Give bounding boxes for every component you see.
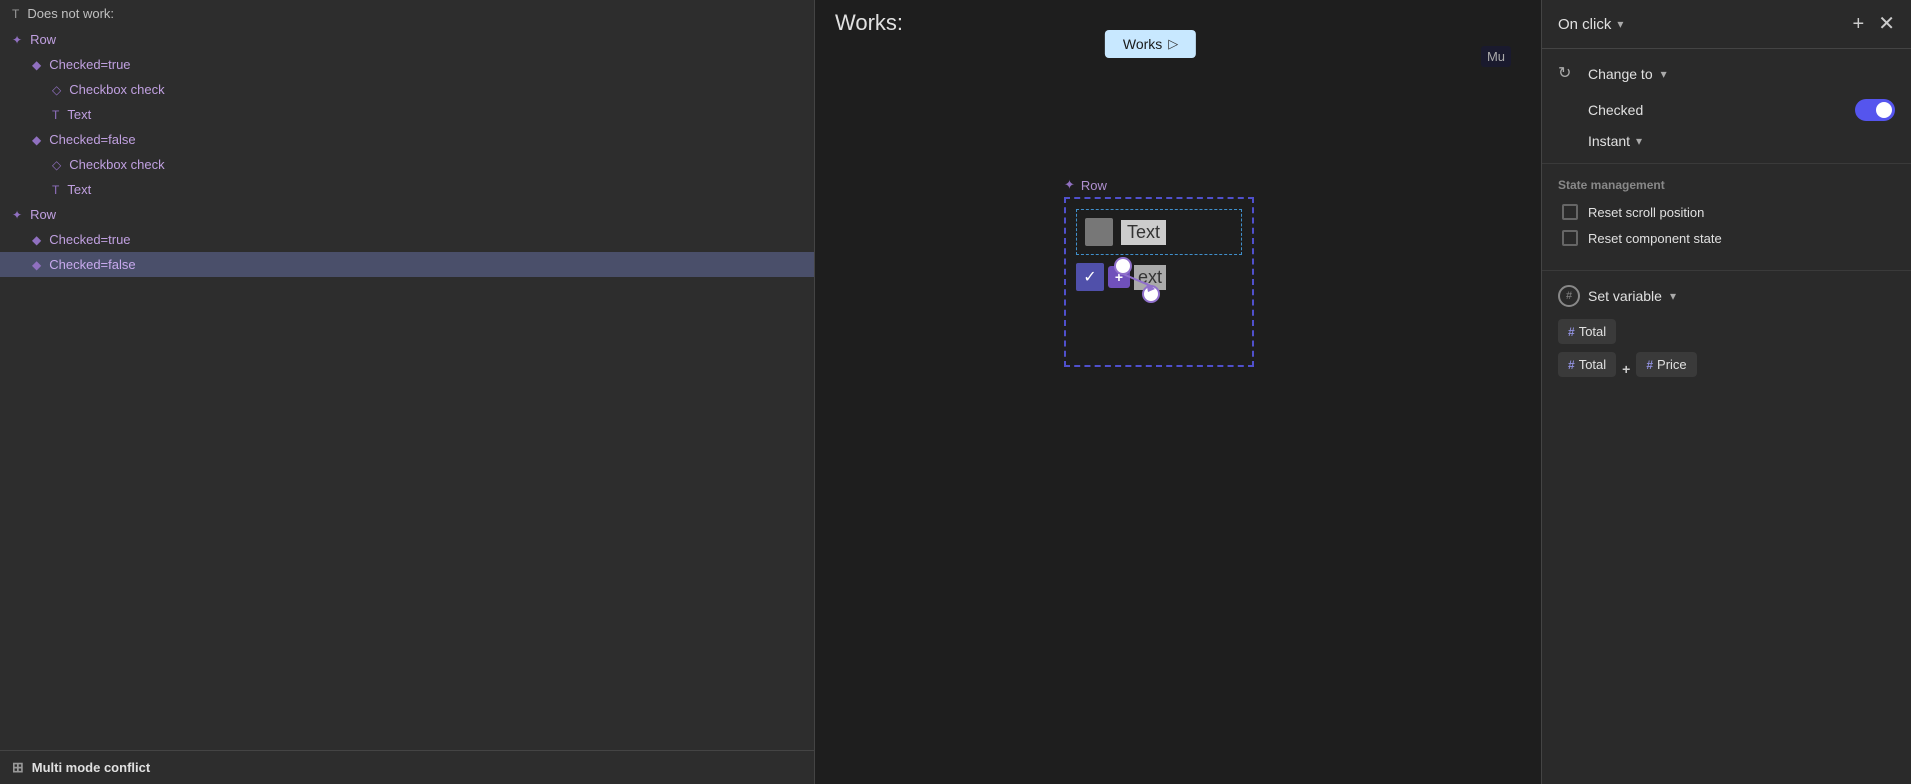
variant-icon-3: ◆ xyxy=(32,233,41,247)
text-icon: T xyxy=(12,7,19,21)
variant-icon-2: ◆ xyxy=(32,133,41,147)
price-chip[interactable]: # Price xyxy=(1636,352,1696,377)
total-price-row: # Total + # Price xyxy=(1558,352,1895,385)
variant-icon-1: ◆ xyxy=(32,58,41,72)
refresh-icon: ↻ xyxy=(1558,63,1580,85)
text-icon-1: T xyxy=(52,108,59,122)
tree-item-checked-true-2[interactable]: ◆ Checked=true xyxy=(0,227,814,252)
checkbox-checked: ✓ xyxy=(1076,263,1104,291)
set-variable-section: # Set variable ▾ # Total # Total + # Pri… xyxy=(1542,271,1911,407)
canvas-area[interactable]: ✦ Row Text ✓ + xyxy=(815,77,1541,784)
hash-icon-2: # xyxy=(1568,358,1575,372)
hash-icon-3: # xyxy=(1646,358,1653,372)
panel-header: On click ▾ + ✕ xyxy=(1542,0,1911,49)
tree-item-checked-false-1[interactable]: ◆ Checked=false xyxy=(0,127,814,152)
row-component: ✦ Row Text ✓ + xyxy=(1064,177,1254,367)
does-not-work-label: T Does not work: xyxy=(0,0,814,27)
tree-item-row-1[interactable]: ✦ Row xyxy=(0,27,814,52)
chevron-down-icon: ▾ xyxy=(1617,17,1623,31)
change-to-chevron-icon: ▾ xyxy=(1661,67,1667,81)
component-icon-2: ◇ xyxy=(52,158,61,172)
hash-icon-1: # xyxy=(1568,325,1575,339)
total-chip-1[interactable]: # Total xyxy=(1558,319,1616,344)
bottom-bar: ⊞ Multi mode conflict xyxy=(0,750,814,784)
cursor-icon: ▷ xyxy=(1168,36,1178,52)
reset-scroll-row: Reset scroll position xyxy=(1558,204,1895,220)
instant-row[interactable]: Instant ▾ xyxy=(1558,133,1895,149)
total-chip-2[interactable]: # Total xyxy=(1558,352,1616,377)
inner-dashed-unchecked: Text xyxy=(1076,209,1242,255)
reset-scroll-checkbox[interactable] xyxy=(1562,204,1578,220)
mu-label: Mu xyxy=(1481,46,1511,67)
add-action-button[interactable]: + xyxy=(1853,14,1865,34)
tree-item-checked-true-1[interactable]: ◆ Checked=true xyxy=(0,52,814,77)
tree-item-text-1[interactable]: T Text xyxy=(0,102,814,127)
on-click-dropdown[interactable]: On click ▾ xyxy=(1558,16,1623,33)
close-button[interactable]: ✕ xyxy=(1878,14,1895,34)
left-panel: T Does not work: ✦ Row ◆ Checked=true ◇ … xyxy=(0,0,815,784)
set-var-chevron-icon: ▾ xyxy=(1670,289,1676,303)
checkbox-gray xyxy=(1085,218,1113,246)
plus-operator: + xyxy=(1622,361,1630,377)
change-to-section: ↻ Change to ▾ Checked Instant ▾ xyxy=(1542,49,1911,164)
component-icon-1: ◇ xyxy=(52,83,61,97)
row-label: ✦ Row xyxy=(1064,177,1254,193)
text-label-top: Text xyxy=(1121,220,1166,245)
tree-item-checkbox-check-2[interactable]: ◇ Checkbox check xyxy=(0,152,814,177)
tree-item-checkbox-check-1[interactable]: ◇ Checkbox check xyxy=(0,77,814,102)
reset-component-row: Reset component state xyxy=(1558,230,1895,246)
row-icon-2: ✦ xyxy=(12,208,22,222)
variant-icon-4: ◆ xyxy=(32,258,41,272)
set-variable-header[interactable]: # Set variable ▾ xyxy=(1558,285,1895,307)
state-management-title: State management xyxy=(1558,178,1895,192)
checked-row: Checked xyxy=(1558,99,1895,121)
center-panel: Works: Mu Works ▷ ✦ Row Text xyxy=(815,0,1541,784)
state-management-section: State management Reset scroll position R… xyxy=(1542,164,1911,271)
header-actions: + ✕ xyxy=(1853,14,1895,34)
tree-item-row-2[interactable]: ✦ Row xyxy=(0,202,814,227)
reset-component-checkbox[interactable] xyxy=(1562,230,1578,246)
set-var-icon: # xyxy=(1558,285,1580,307)
checked-toggle[interactable] xyxy=(1855,99,1895,121)
works-button[interactable]: Works ▷ xyxy=(1105,30,1196,58)
change-to-row[interactable]: ↻ Change to ▾ xyxy=(1558,63,1895,85)
row-icon-1: ✦ xyxy=(12,33,22,47)
instant-chevron-icon: ▾ xyxy=(1636,134,1642,148)
tree-item-checked-false-2-selected[interactable]: ◆ Checked=false xyxy=(0,252,814,277)
right-panel: On click ▾ + ✕ ↻ Change to ▾ Checked Ins… xyxy=(1541,0,1911,784)
arrow-connector xyxy=(1111,254,1161,304)
component-box: Text ✓ + ext xyxy=(1064,197,1254,367)
tree-item-text-2[interactable]: T Text xyxy=(0,177,814,202)
text-icon-2: T xyxy=(52,183,59,197)
grid-icon: ⊞ xyxy=(12,759,24,776)
